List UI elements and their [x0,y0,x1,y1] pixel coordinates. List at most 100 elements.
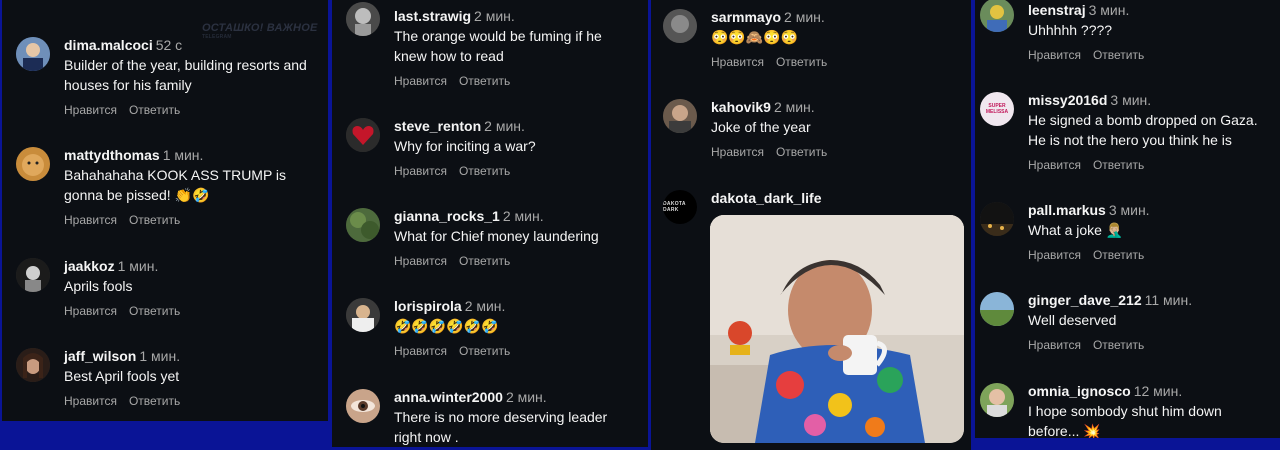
comment-username[interactable]: dima.malcoci [64,37,153,53]
comment-username[interactable]: last.strawig [394,8,471,24]
comment-text: There is no more deserving leader right … [394,409,608,445]
comment-text: Best April fools yet [64,368,180,384]
avatar[interactable] [16,147,50,181]
avatar[interactable] [16,258,50,292]
avatar[interactable] [346,2,380,36]
avatar[interactable] [346,389,380,423]
like-button[interactable]: Нравится [394,344,447,358]
avatar[interactable] [663,99,697,133]
avatar[interactable] [663,9,697,43]
comment-time: 2 мин. [784,9,825,25]
comment-photo[interactable] [710,215,964,443]
reply-button[interactable]: Ответить [459,254,510,268]
comments-panel-2: last.strawig 2 мин. The orange would be f… [332,0,648,447]
comment-text: He signed a bomb dropped on Gaza. He is … [1028,112,1258,148]
reply-button[interactable]: Ответить [1093,248,1144,262]
comment-username[interactable]: missy2016d [1028,92,1107,108]
comment-time: 2 мин. [505,389,547,405]
comment-username[interactable]: anna.winter2000 [394,389,503,405]
comment-time: 3 мин. [1110,92,1152,108]
comment-text: Well deserved [1028,312,1117,328]
reply-button[interactable]: Ответить [776,55,827,69]
avatar[interactable] [980,0,1014,32]
comment-username[interactable]: dakota_dark_life [711,190,822,206]
comment-text: Aprils fools [64,278,133,294]
comment-time: 11 мин. [1144,292,1193,308]
comment-text: 😳😳🙈😳😳 [711,29,799,45]
reply-button[interactable]: Ответить [129,103,180,117]
comment-username[interactable]: kahovik9 [711,99,771,115]
comment-time: 12 мин. [1133,383,1183,399]
like-button[interactable]: Нравится [1028,248,1081,262]
comment-time: 52 с [155,37,183,53]
comment-username[interactable]: gianna_rocks_1 [394,208,500,224]
comment-username[interactable]: leenstraj [1028,2,1086,18]
avatar[interactable] [980,383,1014,417]
avatar[interactable] [346,118,380,152]
watermark-text: ОСТАШКО! ВАЖНОЕ [202,22,318,34]
reply-button[interactable]: Ответить [129,213,180,227]
comment-text: The orange would be fuming if he knew ho… [394,28,602,64]
comment-text: Uhhhhh ???? [1028,22,1113,38]
avatar[interactable] [16,37,50,71]
reply-button[interactable]: Ответить [459,74,510,88]
reply-button[interactable]: Ответить [1093,48,1144,62]
like-button[interactable]: Нравится [1028,338,1081,352]
comment-time: 2 мин. [464,298,506,314]
comment-time: 2 мин. [502,208,544,224]
like-button[interactable]: Нравится [64,394,117,408]
comment-text: Why for inciting a war? [394,138,536,154]
reply-button[interactable]: Ответить [459,164,510,178]
avatar-logo-text: DAKOTA DARK [663,201,686,213]
comment-time: 1 мин. [139,348,181,364]
comment-time: 2 мин. [773,99,815,115]
comment-username[interactable]: steve_renton [394,118,481,134]
like-button[interactable]: Нравится [1028,48,1081,62]
comment-username[interactable]: pall.markus [1028,202,1106,218]
avatar[interactable] [16,348,50,382]
avatar[interactable] [346,298,380,332]
avatar[interactable] [980,292,1014,326]
comment-text: What for Chief money laundering [394,228,599,244]
comment-username[interactable]: jaakkoz [64,258,115,274]
like-button[interactable]: Нравится [64,213,117,227]
comment-text: Builder of the year, building resorts an… [64,57,307,93]
avatar-badge-text: SUPER MELISSA [985,103,1009,115]
comment-time: 1 мин. [162,147,204,163]
comment-time: 1 мин. [117,258,159,274]
comment-time: 2 мин. [484,118,525,134]
comment-text: What a joke 🤦🏼‍♂️ [1028,222,1124,238]
reply-button[interactable]: Ответить [459,344,510,358]
avatar-badge[interactable]: SUPER MELISSA [980,92,1014,126]
avatar[interactable] [346,208,380,242]
comment-text: 🤣🤣🤣🤣🤣🤣 [394,318,499,334]
avatar-logo[interactable]: DAKOTA DARK [663,190,697,224]
like-button[interactable]: Нравится [394,164,447,178]
like-button[interactable]: Нравится [64,304,117,318]
reply-button[interactable]: Ответить [1093,338,1144,352]
comment-username[interactable]: omnia_ignosco [1028,383,1131,399]
like-button[interactable]: Нравится [394,74,447,88]
reply-button[interactable]: Ответить [1093,158,1144,172]
comment-username[interactable]: sarmmayo [711,9,781,25]
like-button[interactable]: Нравится [711,55,764,69]
reply-button[interactable]: Ответить [129,394,180,408]
comment-username[interactable]: jaff_wilson [64,348,136,364]
comments-panel-1: ОСТАШКО! ВАЖНОЕ TELEGRAM dima.malcoci 52 … [2,0,328,421]
comment-text: Bahahahaha KOOK ASS TRUMP is gonna be pi… [64,167,287,203]
reply-button[interactable]: Ответить [776,145,827,159]
comment-time: 3 мин. [1108,202,1150,218]
comment-time: 2 мин. [474,8,515,24]
photo-image [710,215,964,443]
like-button[interactable]: Нравится [394,254,447,268]
like-button[interactable]: Нравится [711,145,764,159]
comment-text: I hope sombody shut him down before... 💥 [1028,403,1222,438]
like-button[interactable]: Нравится [1028,158,1081,172]
comment-username[interactable]: lorispirola [394,298,462,314]
comment-username[interactable]: ginger_dave_212 [1028,292,1142,308]
like-button[interactable]: Нравится [64,103,117,117]
comment-username[interactable]: mattydthomas [64,147,160,163]
avatar[interactable] [980,202,1014,236]
comment-text: Joke of the year [711,119,811,135]
reply-button[interactable]: Ответить [129,304,180,318]
